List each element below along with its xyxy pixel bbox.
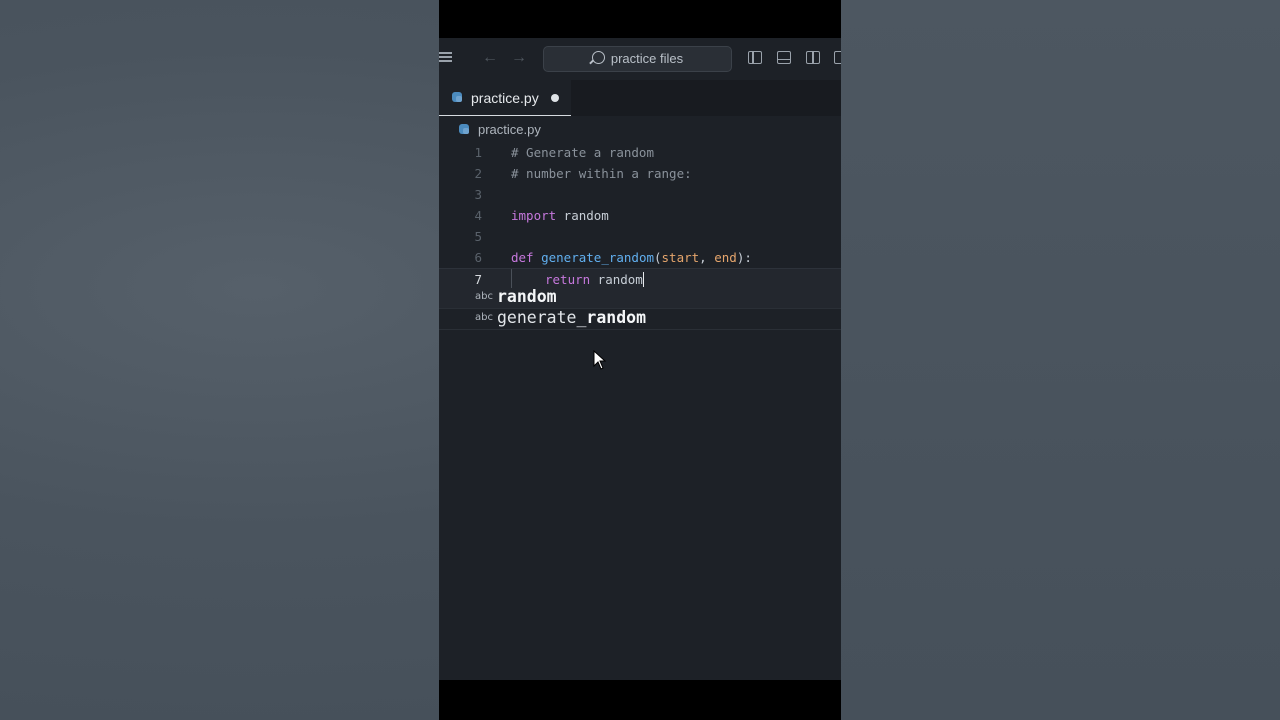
title-bar: ← → practice files — [439, 38, 841, 80]
code-text: def generate_random(start, end): — [511, 250, 752, 265]
parameter: start — [661, 250, 700, 265]
search-text: practice files — [610, 51, 684, 66]
customize-layout-icon[interactable] — [834, 51, 841, 64]
text-word-icon: abc — [475, 291, 493, 302]
python-file-icon — [459, 124, 469, 134]
line-number: 6 — [474, 250, 482, 265]
code-line: 5 — [439, 226, 841, 247]
line-number: 5 — [474, 229, 482, 244]
command-search-box[interactable]: practice files — [543, 46, 732, 72]
breadcrumb-file[interactable]: practice.py — [478, 122, 541, 137]
search-icon — [591, 51, 605, 64]
back-arrow-icon[interactable]: ← — [482, 50, 498, 66]
suggestion-widget: abc random abc generate_random — [439, 287, 841, 330]
code-punct: ): — [736, 250, 752, 265]
tab-bar: practice.py — [439, 80, 841, 116]
suggestion-label: generate_random — [497, 308, 647, 327]
line-number: 7 — [474, 272, 482, 287]
keyword: def — [511, 250, 534, 265]
code-line: 1 # Generate a random — [439, 142, 841, 163]
toggle-secondary-sidebar-icon[interactable] — [806, 51, 820, 64]
code-text: # number within a range: — [511, 166, 692, 181]
forward-arrow-icon[interactable]: → — [511, 50, 527, 66]
text-caret — [642, 272, 645, 287]
tab-label: practice.py — [471, 90, 539, 106]
toggle-panel-icon[interactable] — [777, 51, 791, 64]
typed-text: random — [590, 272, 643, 287]
line-number: 3 — [474, 187, 482, 202]
code-editor-window: ← → practice files practice.py practice.… — [439, 38, 841, 680]
module-name: random — [556, 208, 609, 223]
phone-frame: ← → practice files practice.py practice.… — [439, 0, 841, 720]
line-number: 1 — [474, 145, 482, 160]
suggestion-item[interactable]: abc random — [439, 287, 841, 309]
toggle-primary-sidebar-icon[interactable] — [748, 51, 762, 64]
code-text: return random — [545, 269, 645, 290]
code-line: 2 # number within a range: — [439, 163, 841, 184]
keyword: import — [511, 208, 557, 223]
line-number: 2 — [474, 166, 482, 181]
suggestion-label: random — [497, 287, 557, 306]
keyword: return — [545, 272, 591, 287]
breadcrumb: practice.py — [439, 116, 841, 142]
code-line: 4 import random — [439, 205, 841, 226]
tab-practice-py[interactable]: practice.py — [439, 80, 571, 116]
hamburger-menu-icon[interactable] — [439, 50, 452, 64]
code-text: import random — [511, 205, 609, 226]
line-number: 4 — [474, 208, 482, 223]
parameter: end — [714, 250, 737, 265]
text-word-icon: abc — [475, 312, 493, 323]
current-code-line: 7 return random — [439, 268, 841, 290]
function-name: generate_random — [541, 250, 654, 265]
code-line: 6 def generate_random(start, end): — [439, 247, 841, 268]
python-file-icon — [452, 92, 462, 102]
code-text: # Generate a random — [511, 145, 654, 160]
suggestion-item[interactable]: abc generate_random — [439, 308, 841, 330]
code-line: 3 — [439, 184, 841, 205]
background-right — [841, 0, 1280, 720]
unsaved-dot-icon[interactable] — [551, 94, 559, 102]
